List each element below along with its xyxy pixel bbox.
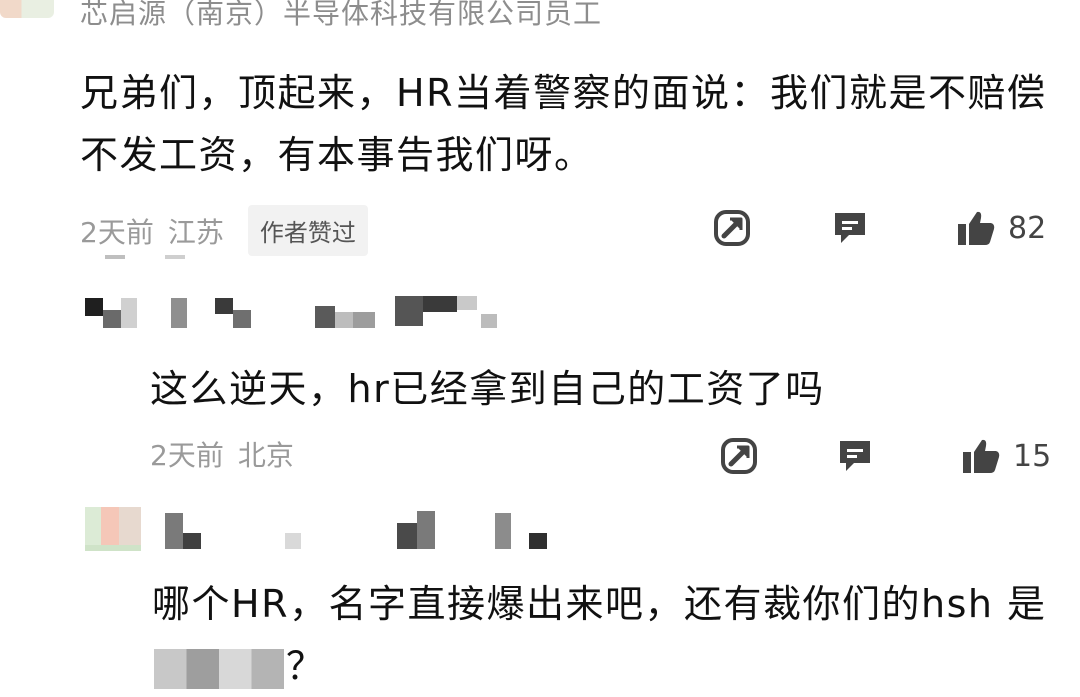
- comment-text-part: ？: [286, 644, 326, 688]
- like-button[interactable]: 82: [956, 209, 1046, 247]
- comment-time: 2天前: [150, 439, 224, 472]
- comment-meta: 2天前 江苏 作者赞过: [80, 205, 368, 256]
- share-button[interactable]: [717, 436, 761, 476]
- comment-text-part: 哪个HR，名字直接爆出来吧，还有裁你们的hsh 是: [152, 582, 1047, 626]
- redacted-name: [154, 648, 284, 689]
- comment-actions: 15: [717, 436, 1051, 476]
- comment-meta: 2天前 北京: [150, 434, 294, 474]
- reply-button[interactable]: [830, 209, 870, 247]
- comment-time: 2天前: [80, 215, 154, 249]
- comment-actions: 82: [710, 208, 1046, 248]
- avatar[interactable]: [0, 0, 54, 18]
- like-count: 82: [1008, 210, 1047, 246]
- redacted-author-name[interactable]: [85, 296, 515, 336]
- like-button[interactable]: 15: [961, 437, 1051, 475]
- comment-author[interactable]: 芯启源（南京）半导体科技有限公司员工: [80, 0, 602, 32]
- thumbs-up-icon: [963, 439, 1000, 473]
- comment-icon: [835, 213, 865, 243]
- author-liked-badge: 作者赞过: [247, 205, 368, 256]
- thumbs-up-icon: [958, 211, 995, 245]
- comment-location: 江苏: [167, 215, 224, 249]
- comment-text: 这么逆天，hr已经拿到自己的工资了吗: [150, 367, 825, 411]
- comment-text: 兄弟们，顶起来，HR当着警察的面说：我们就是不赔偿 不发工资，有本事告我们呀。: [80, 71, 1047, 177]
- share-button[interactable]: [710, 208, 754, 248]
- reply-button[interactable]: [835, 437, 875, 475]
- comment-icon: [840, 441, 870, 471]
- share-icon: [714, 210, 750, 246]
- comment-text: 哪个HR，名字直接爆出来吧，还有裁你们的hsh 是 ？: [152, 573, 1062, 697]
- redacted-avatar-and-name[interactable]: [85, 505, 555, 565]
- comment-location: 北京: [237, 439, 294, 472]
- share-icon: [721, 438, 757, 474]
- like-count: 15: [1013, 438, 1052, 474]
